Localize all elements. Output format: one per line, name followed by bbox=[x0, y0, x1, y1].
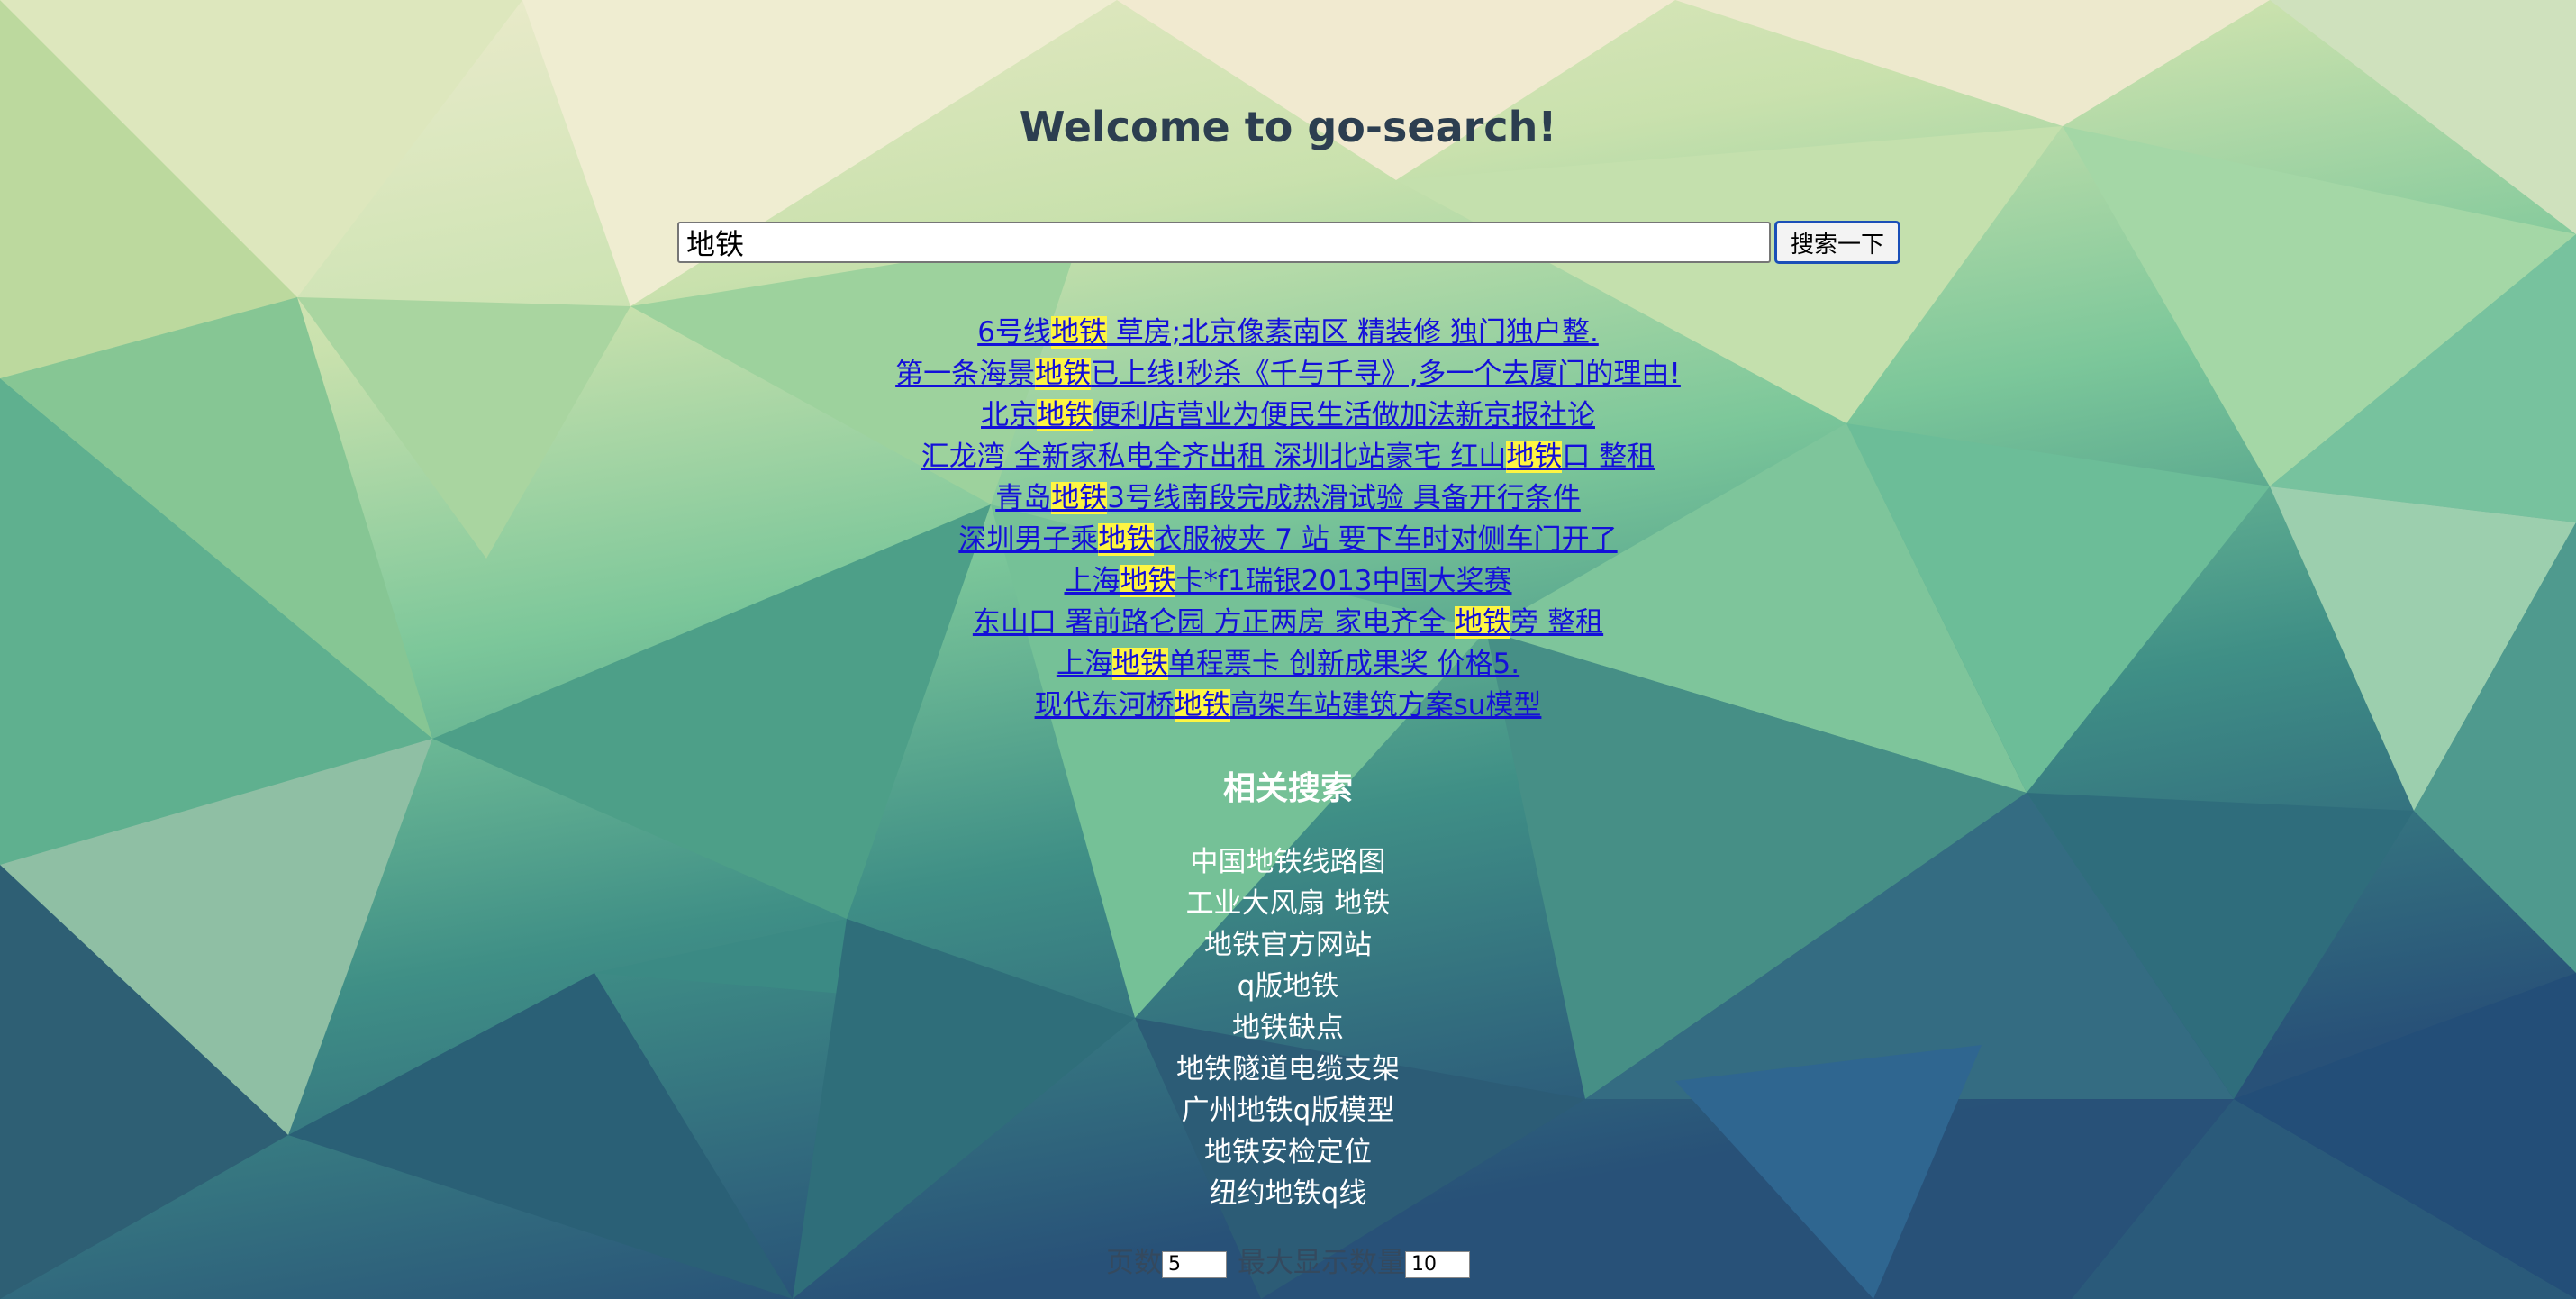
pager-controls: 页数 最大显示数量 bbox=[0, 1243, 2576, 1283]
result-item: 青岛地铁3号线南段完成热滑试验 具备开行条件 bbox=[0, 477, 2576, 519]
keyword-highlight: 地铁 bbox=[1506, 441, 1563, 473]
result-item: 上海地铁单程票卡 创新成果奖 价格5. bbox=[0, 643, 2576, 685]
keyword-highlight: 地铁 bbox=[1098, 523, 1155, 556]
related-search-item[interactable]: 地铁隧道电缆支架 bbox=[0, 1049, 2576, 1090]
related-search-item[interactable]: 中国地铁线路图 bbox=[0, 841, 2576, 883]
result-link[interactable]: 深圳男子乘地铁衣服被夹 7 站 要下车时对侧车门开了 bbox=[958, 523, 1618, 556]
related-search-item[interactable]: q版地铁 bbox=[0, 966, 2576, 1007]
result-item: 汇龙湾 全新家私电全齐出租 深圳北站豪宅 红山地铁口 整租 bbox=[0, 436, 2576, 477]
related-search-item[interactable]: 广州地铁q版模型 bbox=[0, 1090, 2576, 1131]
search-input[interactable] bbox=[677, 222, 1771, 263]
keyword-highlight: 地铁 bbox=[1035, 358, 1092, 390]
related-search-list: 中国地铁线路图 工业大风扇 地铁 地铁官方网站 q版地铁 地铁缺点 地铁隧道电缆… bbox=[0, 841, 2576, 1214]
result-item: 北京地铁便利店营业为便民生活做加法新京报社论 bbox=[0, 395, 2576, 436]
result-link[interactable]: 北京地铁便利店营业为便民生活做加法新京报社论 bbox=[981, 399, 1595, 431]
result-link[interactable]: 汇龙湾 全新家私电全齐出租 深圳北站豪宅 红山地铁口 整租 bbox=[921, 441, 1655, 473]
result-list: 6号线地铁 草房;北京像素南区 精装修 独门独户整. 第一条海景地铁已上线!秒杀… bbox=[0, 312, 2576, 726]
related-search-item[interactable]: 工业大风扇 地铁 bbox=[0, 883, 2576, 924]
related-search-title: 相关搜索 bbox=[1222, 770, 1353, 807]
keyword-highlight: 地铁 bbox=[1174, 689, 1230, 722]
related-search-item[interactable]: 地铁缺点 bbox=[0, 1007, 2576, 1049]
result-item: 上海地铁卡*f1瑞银2013中国大奖赛 bbox=[0, 560, 2576, 602]
keyword-highlight: 地铁 bbox=[1111, 648, 1168, 680]
result-item: 6号线地铁 草房;北京像素南区 精装修 独门独户整. bbox=[0, 312, 2576, 353]
search-button[interactable]: 搜索一下 bbox=[1774, 221, 1900, 264]
result-link[interactable]: 上海地铁单程票卡 创新成果奖 价格5. bbox=[1057, 648, 1519, 680]
result-link[interactable]: 第一条海景地铁已上线!秒杀《千与千寻》,多一个去厦门的理由! bbox=[895, 358, 1681, 390]
page-title: Welcome to go-search! bbox=[1019, 103, 1557, 151]
keyword-highlight: 地铁 bbox=[1037, 399, 1093, 431]
result-link[interactable]: 青岛地铁3号线南段完成热滑试验 具备开行条件 bbox=[995, 482, 1581, 514]
pages-label: 页数 bbox=[1106, 1247, 1162, 1279]
keyword-highlight: 地铁 bbox=[1120, 565, 1176, 597]
related-search-item[interactable]: 地铁官方网站 bbox=[0, 924, 2576, 966]
keyword-highlight: 地铁 bbox=[1455, 606, 1511, 639]
result-link[interactable]: 东山口 署前路仑园 方正两房 家电齐全 地铁旁 整租 bbox=[973, 606, 1603, 639]
keyword-highlight: 地铁 bbox=[1050, 316, 1107, 349]
result-item: 第一条海景地铁已上线!秒杀《千与千寻》,多一个去厦门的理由! bbox=[0, 353, 2576, 395]
max-count-label: 最大显示数量 bbox=[1238, 1247, 1405, 1279]
search-bar: 搜索一下 bbox=[677, 220, 1900, 265]
max-count-input[interactable] bbox=[1405, 1250, 1470, 1278]
result-item: 现代东河桥地铁高架车站建筑方案su模型 bbox=[0, 685, 2576, 726]
result-link[interactable]: 上海地铁卡*f1瑞银2013中国大奖赛 bbox=[1064, 565, 1512, 597]
result-item: 深圳男子乘地铁衣服被夹 7 站 要下车时对侧车门开了 bbox=[0, 519, 2576, 560]
page-content: Welcome to go-search! 搜索一下 6号线地铁 草房;北京像素… bbox=[0, 0, 2576, 1299]
keyword-highlight: 地铁 bbox=[1051, 482, 1108, 514]
pages-input[interactable] bbox=[1162, 1250, 1227, 1278]
result-item: 东山口 署前路仑园 方正两房 家电齐全 地铁旁 整租 bbox=[0, 602, 2576, 643]
result-link[interactable]: 现代东河桥地铁高架车站建筑方案su模型 bbox=[1035, 689, 1541, 722]
result-link[interactable]: 6号线地铁 草房;北京像素南区 精装修 独门独户整. bbox=[977, 316, 1599, 349]
related-search-item[interactable]: 地铁安检定位 bbox=[0, 1131, 2576, 1173]
related-search-item[interactable]: 纽约地铁q线 bbox=[0, 1173, 2576, 1214]
